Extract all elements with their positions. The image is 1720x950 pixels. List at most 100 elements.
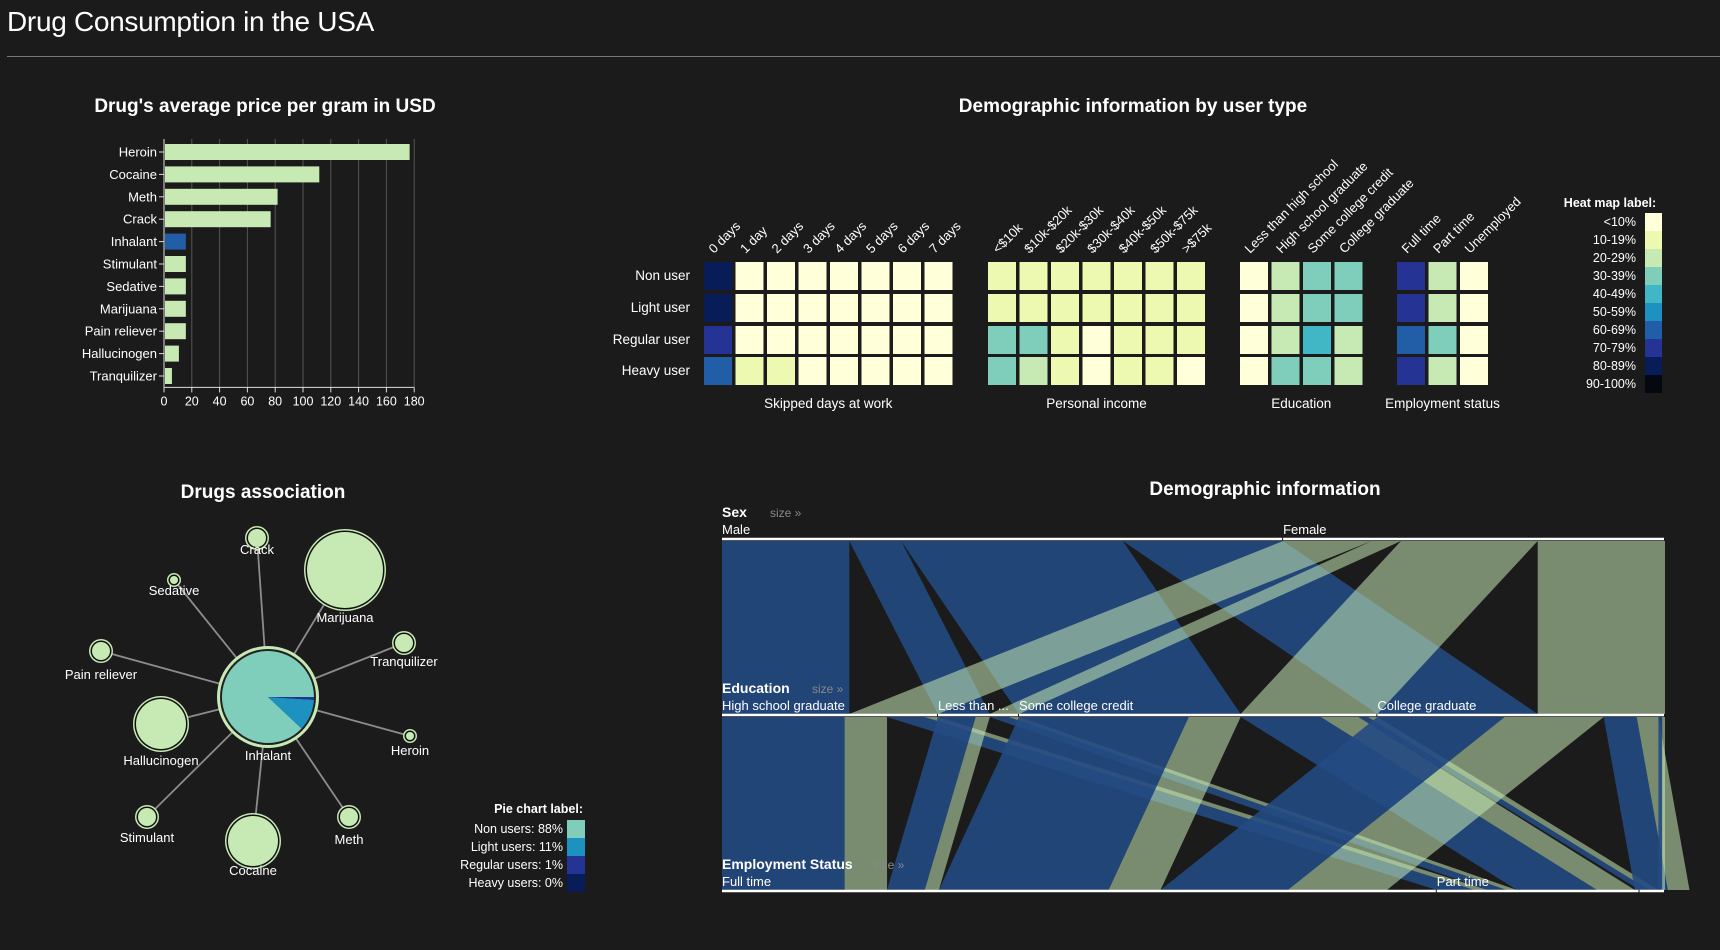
- heat-cell[interactable]: [798, 357, 827, 385]
- heat-cell[interactable]: [1082, 294, 1111, 322]
- heat-cell[interactable]: [893, 294, 921, 322]
- heat-cell[interactable]: [1460, 262, 1488, 290]
- y-tick-label-pain-reliever[interactable]: Pain reliever: [85, 324, 158, 339]
- bar-tranquilizer[interactable]: [165, 368, 172, 384]
- node-cocaine[interactable]: [228, 816, 278, 866]
- heat-cell[interactable]: [988, 262, 1016, 290]
- heat-cell[interactable]: [1082, 326, 1111, 354]
- heat-cell[interactable]: [893, 357, 921, 385]
- heat-cell[interactable]: [1303, 262, 1331, 290]
- association-center-pie[interactable]: Inhalant: [217, 646, 319, 763]
- heat-cell[interactable]: [1145, 262, 1174, 290]
- heat-cell[interactable]: [704, 294, 732, 322]
- heat-cell[interactable]: [1303, 357, 1331, 385]
- node-stimulant[interactable]: [138, 808, 156, 826]
- category-label-full-time[interactable]: Full time: [722, 874, 771, 889]
- heat-cell[interactable]: [798, 326, 827, 354]
- heat-cell[interactable]: [1460, 357, 1488, 385]
- bar-crack[interactable]: [165, 211, 271, 228]
- heat-cell[interactable]: [1051, 357, 1079, 385]
- y-tick-label-sedative[interactable]: Sedative: [106, 279, 157, 294]
- heat-cell[interactable]: [1397, 294, 1425, 322]
- bar-marijuana[interactable]: [165, 300, 186, 317]
- bar-inhalant[interactable]: [165, 233, 186, 250]
- dimension-name-employment-status[interactable]: Employment Status: [722, 856, 853, 872]
- heat-cell[interactable]: [924, 262, 953, 290]
- heat-cell[interactable]: [924, 357, 953, 385]
- bar-hallucinogen[interactable]: [165, 345, 179, 362]
- heat-cell[interactable]: [1240, 262, 1268, 290]
- dimension-name-sex[interactable]: Sex: [722, 504, 747, 520]
- ribbon-education-employment[interactable]: [1662, 717, 1665, 890]
- heat-cell[interactable]: [1428, 294, 1457, 322]
- heat-cell[interactable]: [988, 294, 1016, 322]
- heat-cell[interactable]: [1271, 294, 1300, 322]
- heat-cell[interactable]: [1460, 294, 1488, 322]
- category-label-male[interactable]: Male: [722, 522, 750, 537]
- bar-meth[interactable]: [165, 188, 278, 205]
- y-tick-label-marijuana[interactable]: Marijuana: [100, 301, 158, 316]
- heat-cell[interactable]: [1019, 326, 1048, 354]
- node-hallucinogen[interactable]: [136, 699, 186, 749]
- category-label-part-time[interactable]: Part time: [1437, 874, 1489, 889]
- ribbon-education-employment[interactable]: [1658, 717, 1663, 890]
- heat-cell[interactable]: [861, 294, 890, 322]
- heat-cell[interactable]: [1334, 262, 1363, 290]
- y-tick-label-crack[interactable]: Crack: [123, 212, 157, 227]
- heat-cell[interactable]: [1177, 357, 1205, 385]
- y-tick-label-stimulant[interactable]: Stimulant: [103, 257, 158, 272]
- heat-cell[interactable]: [798, 262, 827, 290]
- y-tick-label-tranquilizer[interactable]: Tranquilizer: [90, 369, 158, 384]
- heat-cell[interactable]: [1051, 262, 1079, 290]
- category-label-female[interactable]: Female: [1283, 522, 1326, 537]
- heat-cell[interactable]: [1082, 357, 1111, 385]
- y-tick-label-hallucinogen[interactable]: Hallucinogen: [82, 346, 157, 361]
- heat-cell[interactable]: [830, 357, 858, 385]
- bar-sedative[interactable]: [165, 278, 186, 295]
- heat-cell[interactable]: [1145, 294, 1174, 322]
- bar-pain-reliever[interactable]: [165, 323, 186, 340]
- node-marijuana[interactable]: [307, 532, 383, 608]
- heat-cell[interactable]: [988, 326, 1016, 354]
- heat-cell[interactable]: [735, 262, 764, 290]
- heat-cell[interactable]: [893, 326, 921, 354]
- heat-cell[interactable]: [1397, 262, 1425, 290]
- heat-cell[interactable]: [1271, 262, 1300, 290]
- heat-cell[interactable]: [1145, 357, 1174, 385]
- heat-cell[interactable]: [1114, 262, 1142, 290]
- heat-cell[interactable]: [704, 326, 732, 354]
- heat-cell[interactable]: [1082, 262, 1111, 290]
- heat-cell[interactable]: [924, 294, 953, 322]
- category-label-less-than[interactable]: Less than ...: [938, 698, 1009, 713]
- heat-cell[interactable]: [861, 262, 890, 290]
- node-pain-reliever[interactable]: [92, 642, 110, 660]
- bar-stimulant[interactable]: [165, 256, 186, 272]
- heat-cell[interactable]: [1051, 294, 1079, 322]
- heat-cell[interactable]: [1019, 294, 1048, 322]
- heat-cell[interactable]: [735, 294, 764, 322]
- heat-cell[interactable]: [704, 262, 732, 290]
- heat-cell[interactable]: [924, 326, 953, 354]
- heat-cell[interactable]: [1303, 326, 1331, 354]
- y-tick-label-inhalant[interactable]: Inhalant: [111, 234, 158, 249]
- heat-cell[interactable]: [988, 357, 1016, 385]
- heat-cell[interactable]: [861, 326, 890, 354]
- heat-cell[interactable]: [767, 357, 795, 385]
- heat-cell[interactable]: [1051, 326, 1079, 354]
- heat-cell[interactable]: [767, 294, 795, 322]
- heat-cell[interactable]: [1271, 326, 1300, 354]
- heat-cell[interactable]: [830, 294, 858, 322]
- size-sort-link[interactable]: size »: [873, 858, 905, 872]
- heat-cell[interactable]: [1271, 357, 1300, 385]
- node-heroin[interactable]: [406, 732, 414, 740]
- bar-heroin[interactable]: [165, 144, 410, 160]
- size-sort-link[interactable]: size »: [812, 682, 844, 696]
- heat-cell[interactable]: [1114, 326, 1142, 354]
- heat-cell[interactable]: [798, 294, 827, 322]
- heat-cell[interactable]: [1397, 357, 1425, 385]
- heat-cell[interactable]: [1428, 357, 1457, 385]
- heat-cell[interactable]: [1114, 357, 1142, 385]
- node-meth[interactable]: [340, 808, 358, 826]
- heat-cell[interactable]: [830, 262, 858, 290]
- ribbon-sex-education[interactable]: [1537, 541, 1665, 714]
